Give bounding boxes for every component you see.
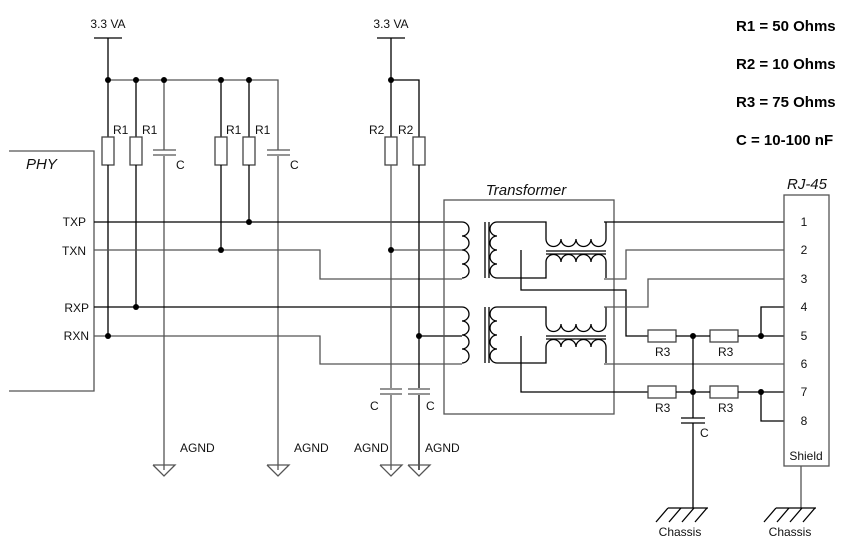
transformer-label: Transformer (486, 182, 568, 199)
c-label: C (176, 158, 185, 172)
pin-rxn: RXN (64, 329, 89, 343)
rj45-pin-1: 1 (801, 215, 808, 229)
rj45-label: RJ-45 (787, 176, 828, 193)
pin-txn: TXN (62, 244, 86, 258)
rj45-block: RJ-45 1 2 3 4 5 6 7 8 Shield (783, 176, 830, 508)
agnd-label: AGND (294, 441, 329, 455)
r2-label: R2 (369, 123, 385, 137)
core-icon (484, 222, 490, 278)
resistor-r3 (709, 385, 739, 399)
agnd-label: AGND (425, 441, 460, 455)
transformer: Transformer (443, 182, 615, 415)
r1-label: R1 (255, 123, 271, 137)
r3-label: R3 (655, 401, 671, 415)
choke-coil-icon (545, 253, 607, 263)
chassis-label: Chassis (769, 525, 812, 539)
c-label: C (290, 158, 299, 172)
legend-r3: R3 = 75 Ohms (736, 94, 836, 111)
phy-block: PHY TXP TXN RXP RXN (9, 150, 95, 392)
r3-label: R3 (718, 401, 734, 415)
c-label: C (700, 426, 709, 440)
rj45-pin-8: 8 (801, 414, 808, 428)
rj45-pin-4: 4 (801, 300, 808, 314)
agnd-left: AGND AGND (152, 441, 329, 477)
r3-label: R3 (655, 345, 671, 359)
pin-txp: TXP (63, 215, 86, 229)
choke-core-icon (546, 250, 606, 255)
choke-coil-icon (545, 238, 607, 248)
supply-left: 3.3 VA R1 R1 R1 R1 C C (90, 17, 299, 470)
pin-rxp: RXP (64, 301, 89, 315)
resistor-r1 (242, 136, 256, 166)
c-label: C (426, 399, 435, 413)
r1-label: R1 (142, 123, 158, 137)
supply-right-label: 3.3 VA (373, 17, 408, 31)
agnd-label: AGND (354, 441, 389, 455)
primary-coil-icon (461, 221, 470, 279)
secondary-wiring: R3 R3 R3 R3 C (520, 221, 784, 508)
component-values-legend: R1 = 50 Ohms R2 = 10 Ohms R3 = 75 Ohms C… (736, 18, 836, 149)
r2-label: R2 (398, 123, 414, 137)
secondary-coil-icon (489, 221, 498, 279)
chassis-label: Chassis (659, 525, 702, 539)
core-icon (484, 307, 490, 363)
shield-label: Shield (789, 449, 822, 463)
legend-r1: R1 = 50 Ohms (736, 18, 836, 35)
r3-label: R3 (718, 345, 734, 359)
agnd-label: AGND (180, 441, 215, 455)
choke-coil-icon (545, 338, 607, 348)
rj45-pin-7: 7 (801, 385, 808, 399)
rj45-pin-5: 5 (801, 329, 808, 343)
resistor-r2 (384, 136, 398, 166)
c-label: C (370, 399, 379, 413)
resistor-r3 (709, 329, 739, 343)
resistor-r3 (647, 329, 677, 343)
choke-coil-icon (545, 323, 607, 333)
supply-left-label: 3.3 VA (90, 17, 125, 31)
primary-coil-icon (461, 306, 470, 364)
resistor-r1 (214, 136, 228, 166)
rj45-pin-2: 2 (801, 243, 808, 257)
r1-label: R1 (113, 123, 129, 137)
resistor-r2 (412, 136, 426, 166)
legend-r2: R2 = 10 Ohms (736, 56, 836, 73)
secondary-coil-icon (489, 306, 498, 364)
choke-core-icon (546, 335, 606, 340)
rj45-pin-6: 6 (801, 357, 808, 371)
rj45-pin-3: 3 (801, 272, 808, 286)
legend-c: C = 10-100 nF (736, 132, 833, 149)
phy-label: PHY (26, 156, 58, 173)
resistor-r3 (647, 385, 677, 399)
r1-label: R1 (226, 123, 242, 137)
schematic: PHY TXP TXN RXP RXN 3.3 VA R1 R1 R1 R1 C (9, 17, 836, 539)
resistor-r1 (101, 136, 115, 166)
supply-right: 3.3 VA R2 R2 C C AGND AGND (354, 17, 462, 477)
resistor-r1 (129, 136, 143, 166)
chassis-grounds: Chassis Chassis (655, 507, 816, 539)
